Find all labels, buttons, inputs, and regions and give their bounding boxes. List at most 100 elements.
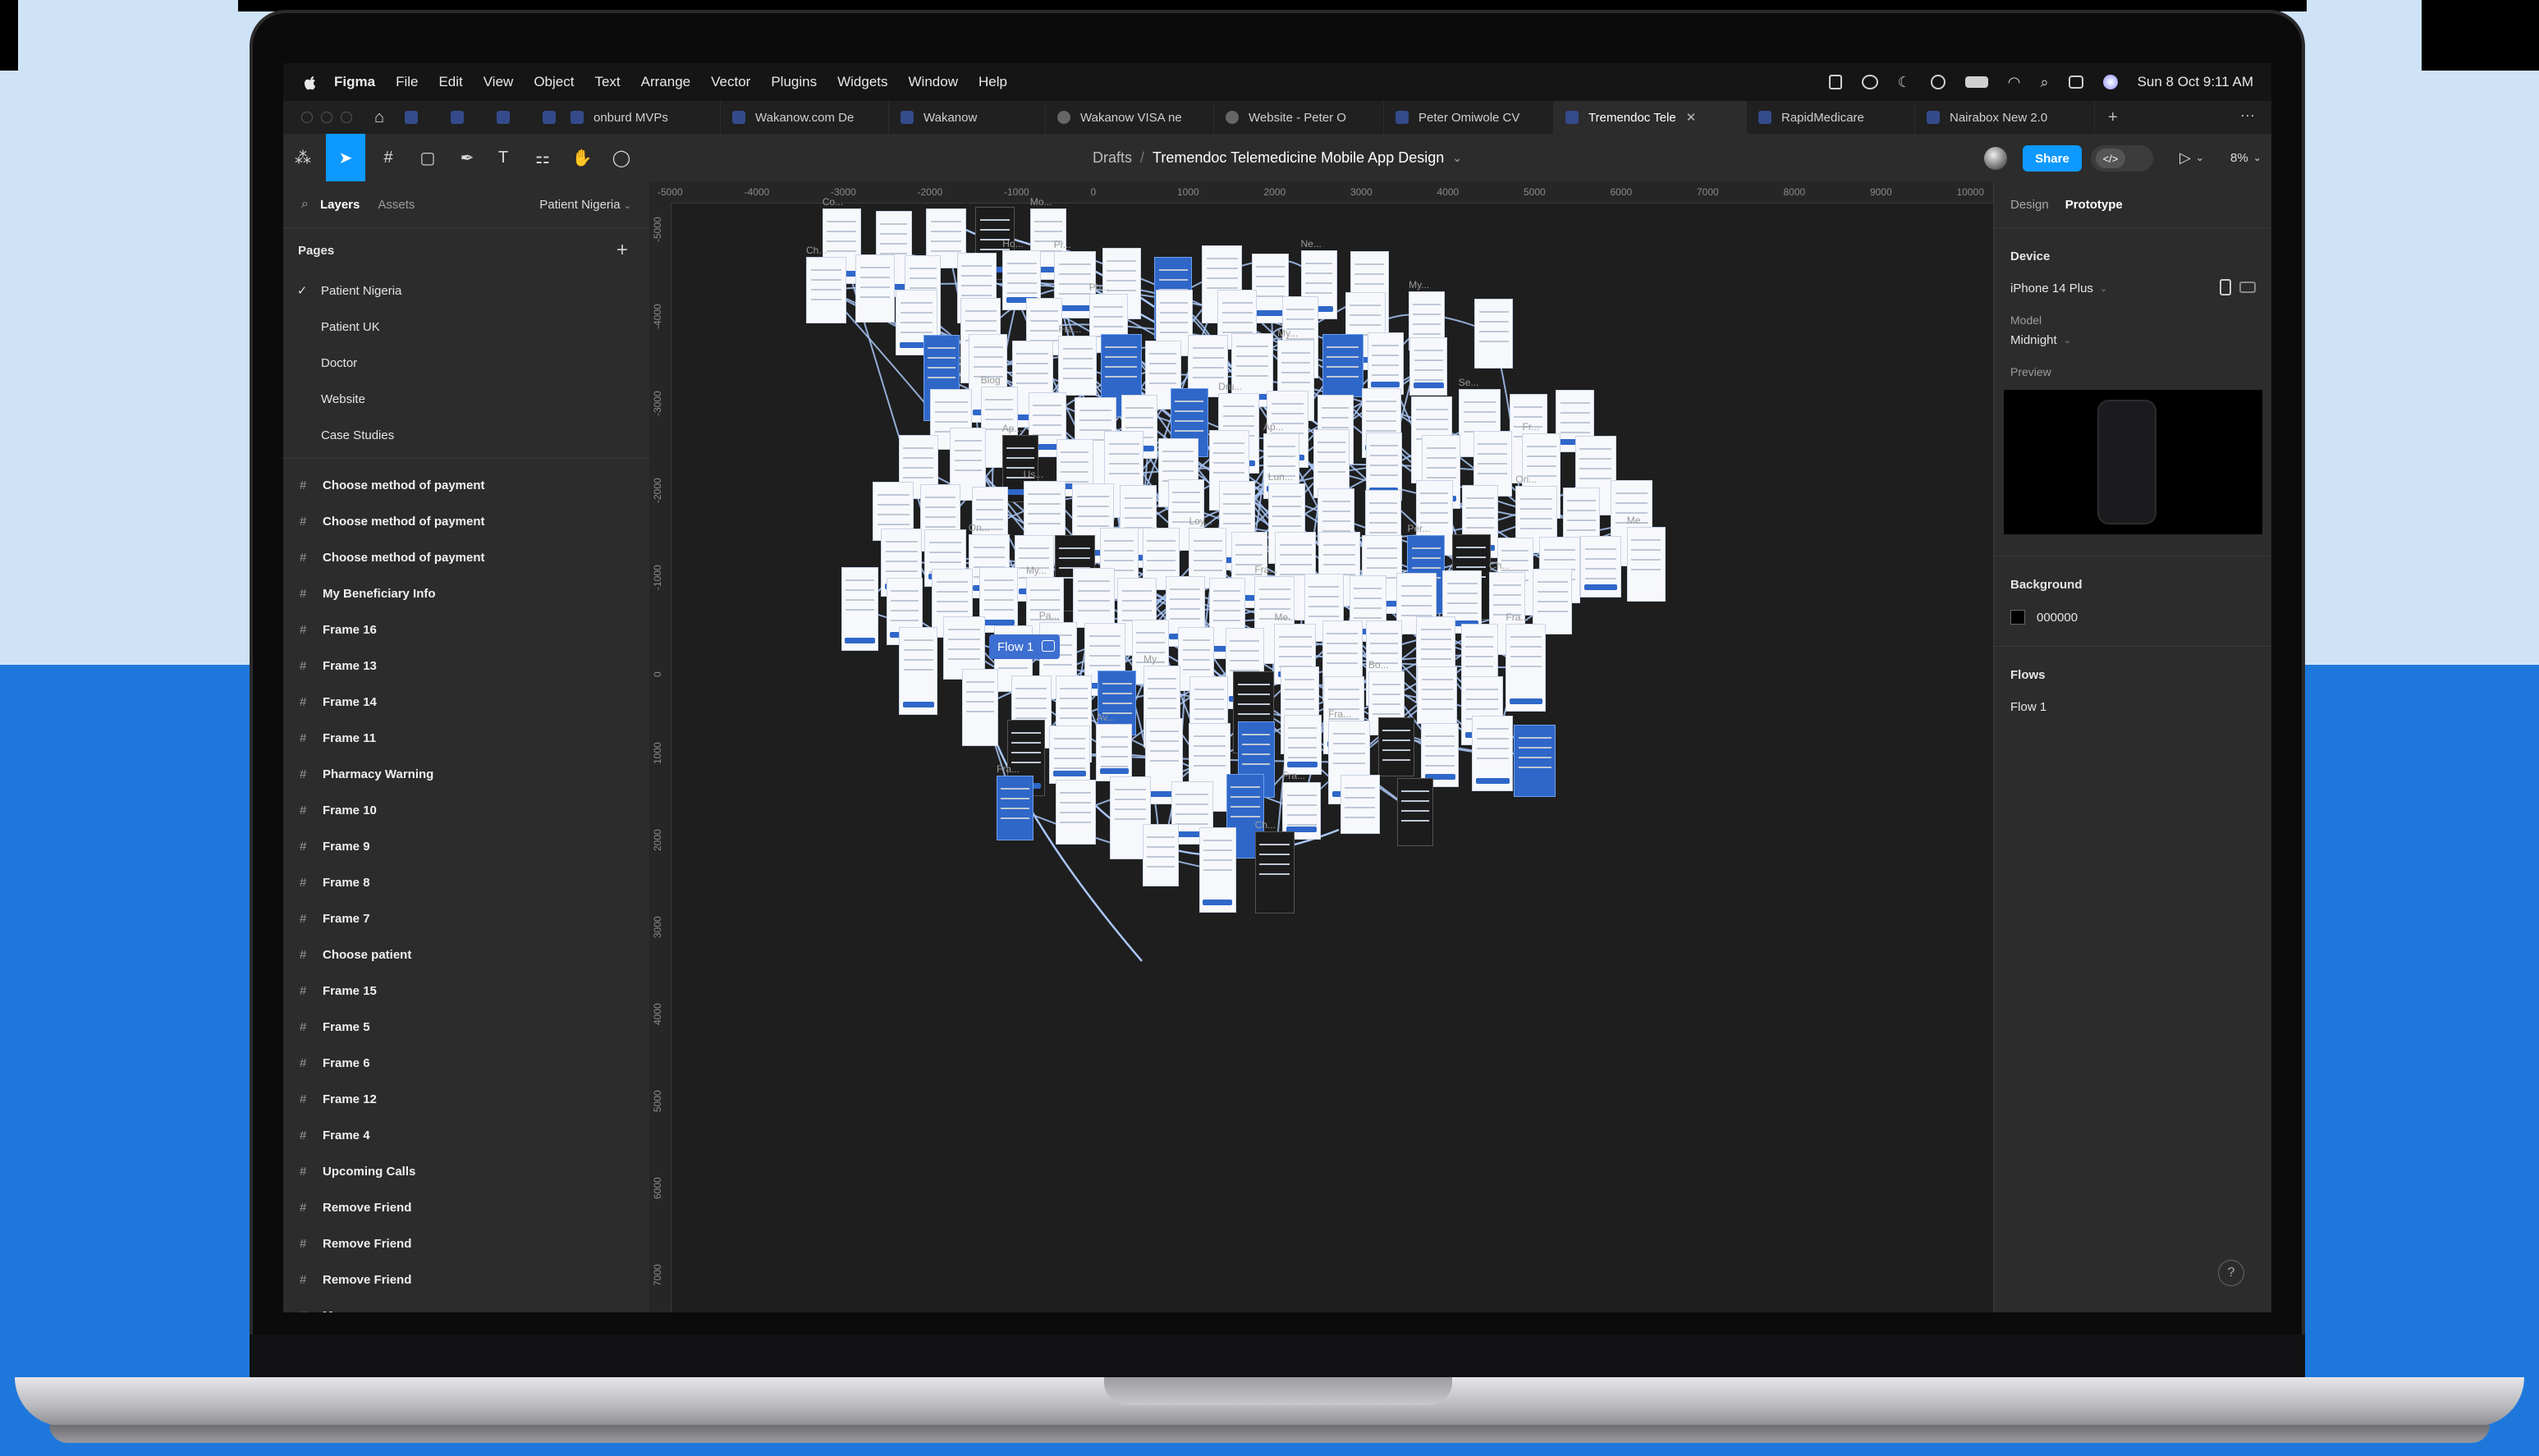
screen-frame[interactable] [1409, 337, 1448, 396]
more-icon[interactable]: ⋯ [2240, 108, 2255, 125]
layer-row[interactable]: # Frame 8 [283, 864, 649, 900]
screen-frame[interactable] [1096, 723, 1133, 781]
background-hex[interactable]: 000000 [2037, 611, 2078, 625]
control-center-icon[interactable] [2068, 76, 2083, 89]
pinned-tab-icon[interactable] [405, 111, 418, 124]
zoom-window-button[interactable] [341, 112, 352, 123]
frame-label[interactable]: Fra... [1254, 564, 1277, 575]
layer-row[interactable]: # Upcoming Calls [283, 1153, 649, 1189]
pinned-tab-icon[interactable] [497, 111, 510, 124]
screen-frame[interactable] [997, 775, 1034, 840]
frame-label[interactable]: Fra... [1506, 611, 1528, 623]
layer-row[interactable]: # Remove Friend [283, 1261, 649, 1298]
menu-text[interactable]: Text [594, 74, 620, 90]
frame-label[interactable]: Pr... [1054, 239, 1071, 250]
device-select[interactable]: iPhone 14 Plus ⌄ [2010, 279, 2256, 295]
canvas[interactable]: -5000 -4000 -3000 -2000 -1000 0 1000 2000 3000 40… [649, 181, 1993, 1312]
background-color-field[interactable]: 000000 [2010, 610, 2256, 625]
screen-frame[interactable] [1283, 715, 1322, 776]
frame-label[interactable]: Blog [981, 374, 1001, 386]
frame-label[interactable]: Us... [1024, 469, 1044, 480]
avatar[interactable] [1984, 147, 2007, 170]
frame-label[interactable]: Ch... [1255, 819, 1276, 831]
screen-frame[interactable] [1055, 780, 1096, 845]
layer-row[interactable]: # My Beneficiary Info [283, 575, 649, 611]
screen-frame[interactable] [1396, 778, 1433, 847]
page-item[interactable]: Patient UK [283, 309, 649, 345]
layer-row[interactable]: # Frame 10 [283, 792, 649, 828]
screen-frame[interactable] [1198, 827, 1236, 913]
frame-label[interactable]: Co... [823, 196, 843, 208]
layer-row[interactable]: # Frame 11 [283, 720, 649, 756]
pinned-tab-icon[interactable] [543, 111, 556, 124]
frame-label[interactable]: My... [1143, 653, 1164, 665]
frame-label[interactable]: Fra... [1328, 708, 1351, 720]
page-item[interactable]: Website [283, 381, 649, 417]
file-tab[interactable]: Nairabox New 2.0 [1915, 101, 2095, 134]
screen-frame[interactable] [1058, 335, 1098, 396]
layer-row[interactable]: # Frame 7 [283, 900, 649, 936]
frame-label[interactable]: Pa... [1039, 610, 1060, 621]
dev-mode-toggle[interactable]: </> [2091, 145, 2153, 172]
apple-icon[interactable] [301, 73, 319, 91]
screen-frame[interactable] [899, 627, 938, 716]
share-button[interactable]: Share [2023, 145, 2082, 172]
screen-frame[interactable] [1367, 332, 1404, 395]
focus-moon-icon[interactable]: ☾ [1898, 74, 1911, 91]
file-tab[interactable]: Peter Omiwole CV [1384, 101, 1554, 134]
frame-label[interactable]: Ho... [1002, 238, 1023, 250]
new-tab-icon[interactable]: + [2108, 108, 2118, 127]
menubar-clock[interactable]: Sun 8 Oct 9:11 AM [2138, 74, 2253, 90]
screen-frame[interactable] [806, 256, 847, 323]
layer-row[interactable]: # Remove Friend [283, 1189, 649, 1225]
pinned-tab-icon[interactable] [451, 111, 464, 124]
frame-label[interactable]: On... [1515, 474, 1537, 485]
frame-label[interactable]: Mo... [1030, 196, 1052, 208]
frame-label[interactable]: My... [1026, 565, 1047, 576]
battery-icon[interactable] [1964, 76, 1988, 88]
screen-frame[interactable] [1073, 567, 1116, 628]
layer-row[interactable]: # Menu [283, 1298, 649, 1313]
frame-label[interactable]: Ap... [1002, 423, 1023, 434]
file-tab[interactable]: Website - Peter O [1214, 101, 1384, 134]
frame-label[interactable]: My... [1409, 279, 1429, 291]
frame-label[interactable]: Per... [1407, 523, 1430, 534]
search-icon[interactable]: ⌕ [301, 197, 309, 212]
page-item[interactable]: ✓ Patient Nigeria [283, 272, 649, 309]
file-tab[interactable]: Wakanow.com De [721, 101, 889, 134]
screen-frame[interactable] [1580, 535, 1622, 598]
menu-window[interactable]: Window [909, 74, 958, 90]
frame-label[interactable]: On... [969, 522, 990, 533]
menu-vector[interactable]: Vector [711, 74, 750, 90]
frame-label[interactable]: Me... [1274, 611, 1296, 623]
screen-frame[interactable] [841, 567, 878, 652]
zoom-dropdown[interactable]: 8% ⌄ [2230, 134, 2262, 181]
frame-label[interactable]: Dru... [1218, 381, 1242, 392]
search-icon[interactable]: ⌕ [2040, 74, 2048, 91]
menu-arrange[interactable]: Arrange [641, 74, 690, 90]
screen-frame[interactable] [1322, 333, 1363, 397]
layer-row[interactable]: # Frame 16 [283, 611, 649, 648]
frame-label[interactable]: Loy... [1189, 515, 1212, 527]
close-tab-icon[interactable]: ✕ [1686, 110, 1697, 125]
layer-row[interactable]: # Frame 5 [283, 1009, 649, 1045]
screen-frame[interactable] [1417, 666, 1458, 724]
flow-start-tag[interactable]: Flow 1 [989, 634, 1060, 659]
screen-frame[interactable] [1048, 726, 1090, 785]
landscape-icon[interactable] [2239, 282, 2256, 293]
frame-label[interactable]: Fra... [1282, 770, 1305, 781]
frame-label[interactable]: Fra... [997, 763, 1020, 775]
screen-frame[interactable] [1254, 831, 1295, 913]
layer-row[interactable]: # Frame 12 [283, 1081, 649, 1117]
frame-label[interactable]: My... [1277, 327, 1298, 339]
frame-label[interactable]: Lun... [1268, 471, 1293, 483]
figma-status-icon[interactable] [1828, 75, 1842, 89]
tab-assets[interactable]: Assets [378, 198, 415, 212]
frame-label[interactable]: Bo... [1368, 659, 1389, 671]
screen-frame[interactable] [1142, 823, 1179, 886]
layer-row[interactable]: # Frame 4 [283, 1117, 649, 1153]
screen-frame[interactable] [1506, 623, 1547, 712]
present-button[interactable]: ▷ ⌄ [2179, 134, 2204, 181]
layer-row[interactable]: # Remove Friend [283, 1225, 649, 1261]
menu-plugins[interactable]: Plugins [771, 74, 817, 90]
